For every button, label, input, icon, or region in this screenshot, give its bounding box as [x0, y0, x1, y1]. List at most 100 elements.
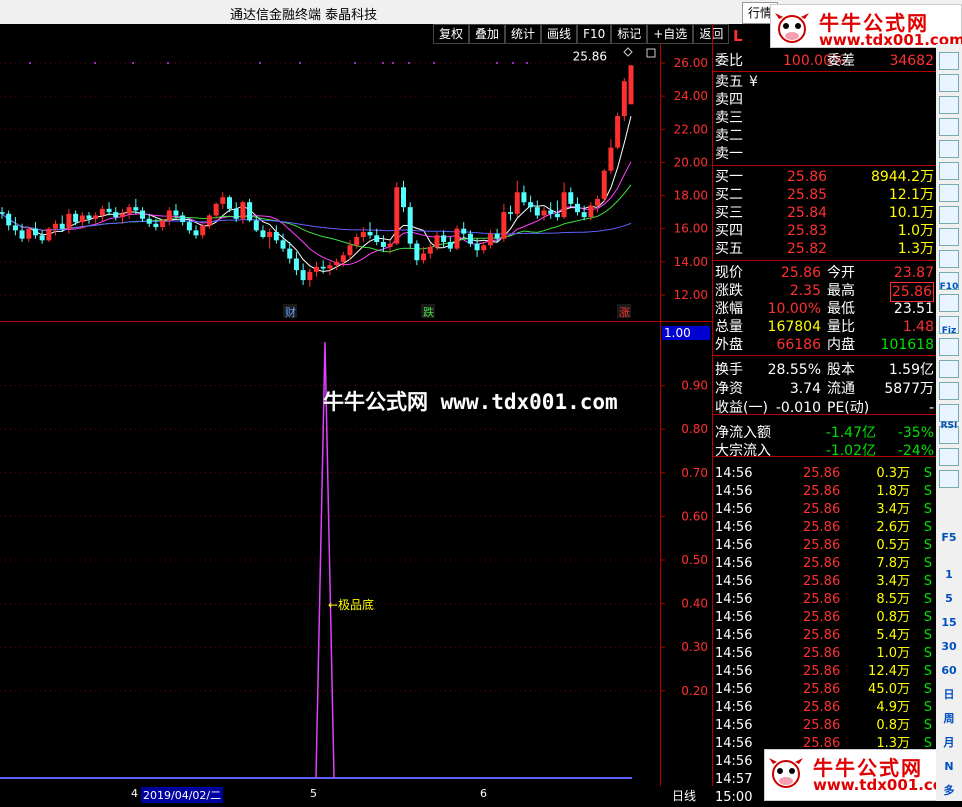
- candle-body: [334, 261, 340, 266]
- toolbar-mark-button[interactable]: 标记: [611, 24, 648, 44]
- candle-body: [314, 266, 319, 272]
- candle-body: [407, 207, 413, 244]
- axis-divider: [660, 44, 661, 786]
- candle-body: [227, 197, 233, 209]
- toolbar-icon[interactable]: [939, 250, 959, 268]
- sell-row-3[interactable]: 卖三: [713, 109, 936, 127]
- toolbar-icon[interactable]: [939, 184, 959, 202]
- period-button[interactable]: 15: [939, 614, 959, 632]
- candle-body: [501, 212, 507, 239]
- toolbar-icon[interactable]: [939, 338, 959, 356]
- candle-body: [320, 266, 326, 269]
- tick-row: 14:56 25.86 0.8万 S: [715, 718, 932, 733]
- buy-row-3[interactable]: 买三 25.84 10.1万: [713, 204, 936, 222]
- candle-body: [46, 228, 52, 241]
- toolbar-add-watchlist-button[interactable]: +自选: [647, 24, 694, 44]
- candle-body: [86, 215, 92, 219]
- candle-body: [394, 187, 400, 244]
- candle-body: [347, 245, 353, 256]
- cow-logo-icon: [769, 758, 803, 788]
- cow-logo-icon: [775, 13, 809, 43]
- toolbar-icon[interactable]: [939, 294, 959, 312]
- period-button[interactable]: 5: [939, 590, 959, 608]
- x-tick-label: 5: [310, 787, 317, 800]
- x-tick-label: 6: [480, 787, 487, 800]
- fund-row: 换手 28.55% 股本 1.59亿: [715, 362, 934, 378]
- quote-panel: 委比 100.00% 委差 34682 卖五 ¥ 卖四 卖三 卖二 卖一 买一 25…: [713, 44, 936, 805]
- toolbar-overlay-button[interactable]: 叠加: [469, 24, 506, 44]
- candle-body: [327, 265, 333, 269]
- period-button[interactable]: 多: [939, 782, 959, 800]
- candle-body: [434, 235, 440, 247]
- candle-body: [267, 232, 273, 237]
- sell-row-2[interactable]: 卖二: [713, 127, 936, 145]
- period-button[interactable]: 60: [939, 662, 959, 680]
- y-tick-label: 0.90: [681, 379, 708, 393]
- period-button[interactable]: N: [939, 758, 959, 776]
- y-tick-label: 0.70: [681, 466, 708, 480]
- toolbar-icon[interactable]: [939, 382, 959, 400]
- toolbar-icon[interactable]: [939, 448, 959, 466]
- toolbar-icon[interactable]: [939, 360, 959, 378]
- indicator-button[interactable]: RSI: [939, 417, 959, 435]
- candle-body: [467, 233, 473, 244]
- buy-row-1[interactable]: 买一 25.86 8944.2万: [713, 168, 936, 186]
- toolbar-icon[interactable]: [939, 206, 959, 224]
- fund-row: 净资 3.74 流通 5877万: [715, 381, 934, 397]
- right-toolbar: F5 1 5 15 30 60 日周月 N 多 RSI Fiz F10: [936, 44, 962, 801]
- toolbar-icon[interactable]: [939, 470, 959, 488]
- candle-body: [106, 208, 112, 213]
- period-button[interactable]: F5: [939, 529, 959, 547]
- indicator-button[interactable]: F10: [939, 278, 959, 296]
- toolbar-icon[interactable]: [939, 162, 959, 180]
- candle-body: [113, 212, 119, 218]
- signal-dot: [132, 62, 134, 64]
- candle-body: [534, 207, 540, 216]
- candle-body: [186, 222, 192, 231]
- candle-body: [240, 202, 246, 219]
- period-button[interactable]: 日: [939, 686, 959, 704]
- x-tick-label: 4: [131, 787, 138, 800]
- candle-body: [454, 228, 460, 249]
- toolbar-icon[interactable]: [939, 74, 959, 92]
- stat-row: 涨跌 2.35 最高 25.86: [715, 282, 934, 302]
- candle-body: [66, 213, 72, 229]
- buy-row-2[interactable]: 买二 25.85 12.1万: [713, 186, 936, 204]
- signal-dot: [29, 62, 31, 64]
- indicator-button[interactable]: Fiz: [939, 322, 959, 340]
- toolbar-restore-button[interactable]: 复权: [433, 24, 470, 44]
- sell-row-5[interactable]: 卖五 ¥: [713, 73, 936, 91]
- last-price-label: 25.86: [573, 49, 607, 63]
- buy-row-4[interactable]: 买四 25.83 1.0万: [713, 222, 936, 240]
- candle-body: [140, 210, 146, 219]
- toolbar-stats-button[interactable]: 统计: [505, 24, 542, 44]
- y-tick-label: 20.00: [674, 155, 708, 169]
- toolbar-draw-button[interactable]: 画线: [541, 24, 578, 44]
- candle-body: [574, 203, 580, 213]
- period-button[interactable]: 周: [939, 710, 959, 728]
- pane-divider: [0, 321, 713, 322]
- candle-body: [6, 213, 12, 226]
- tick-row: 14:56 25.86 1.0万 S: [715, 646, 932, 661]
- toolbar-f10-button[interactable]: F10: [577, 24, 612, 44]
- y-tick-label: 14.00: [674, 255, 708, 269]
- toolbar-icon[interactable]: [939, 228, 959, 246]
- candle-body: [126, 207, 132, 214]
- candle-body: [487, 233, 493, 246]
- sell-row-4[interactable]: 卖四: [713, 91, 936, 109]
- buy-row-5[interactable]: 买五 25.82 1.3万: [713, 240, 936, 258]
- toolbar-icon[interactable]: [939, 96, 959, 114]
- candle-body: [340, 255, 346, 262]
- sell-row-1[interactable]: 卖一: [713, 145, 936, 163]
- period-button[interactable]: 1: [939, 566, 959, 584]
- period-button[interactable]: 月: [939, 734, 959, 752]
- candle-body: [521, 192, 527, 203]
- ma-line-5: [1, 116, 632, 273]
- toolbar-icon[interactable]: [939, 140, 959, 158]
- toolbar-icon[interactable]: [939, 118, 959, 136]
- period-button[interactable]: 30: [939, 638, 959, 656]
- price-chart-area[interactable]: 25.86 财 跌 涨 26.00 24.00 22.00 20.00 18.00 16.00 1…: [0, 44, 713, 801]
- toolbar-icon[interactable]: [939, 52, 959, 70]
- candle-body: [180, 215, 186, 223]
- candle-body: [447, 241, 453, 249]
